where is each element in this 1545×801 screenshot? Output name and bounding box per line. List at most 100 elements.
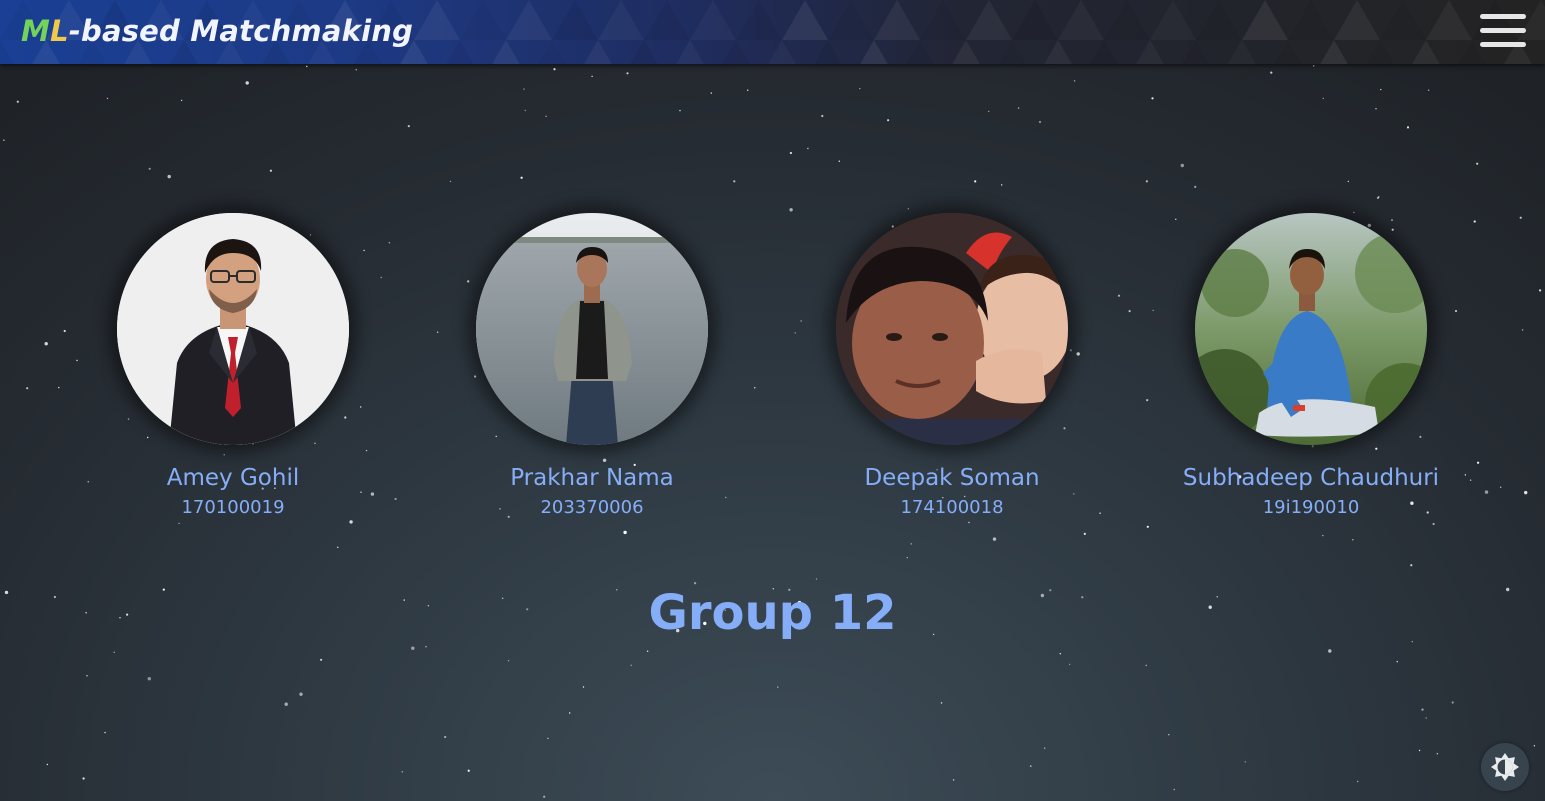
star <box>1044 747 1046 749</box>
star <box>1451 701 1454 704</box>
star <box>1406 126 1410 129</box>
star <box>1151 97 1154 100</box>
star <box>747 89 749 91</box>
star <box>1524 490 1528 495</box>
member-photo <box>476 213 708 445</box>
star <box>1357 780 1359 783</box>
star <box>269 169 272 172</box>
star <box>582 686 585 688</box>
top-navbar: ML-based Matchmaking <box>0 0 1545 64</box>
star <box>106 97 109 100</box>
star <box>355 69 357 71</box>
star <box>1073 80 1076 82</box>
star <box>710 92 712 94</box>
star <box>952 779 955 781</box>
member-card: Deepak Soman 174100018 <box>772 213 1132 519</box>
star <box>630 664 632 666</box>
star <box>1173 788 1175 791</box>
star <box>646 650 649 652</box>
star <box>1322 534 1324 537</box>
star <box>425 646 427 648</box>
star <box>1436 753 1439 755</box>
star <box>906 556 908 559</box>
star <box>992 537 997 541</box>
star <box>349 520 353 524</box>
star <box>1352 539 1354 541</box>
group-title: Group 12 <box>648 585 897 641</box>
star <box>337 546 339 548</box>
star <box>789 208 793 212</box>
star <box>547 737 549 740</box>
star <box>821 114 824 118</box>
brand-title[interactable]: ML-based Matchmaking <box>21 13 413 49</box>
star <box>569 712 571 714</box>
star <box>284 702 288 706</box>
star <box>1180 163 1185 168</box>
star <box>148 167 151 170</box>
star <box>1270 71 1273 74</box>
star <box>1421 708 1424 711</box>
star <box>1194 185 1197 188</box>
brightness-toggle-button[interactable] <box>1481 743 1529 791</box>
star <box>299 692 303 696</box>
star <box>1425 717 1427 719</box>
member-card: Subhadeep Chaudhuri 19i190010 <box>1131 213 1491 519</box>
star <box>1328 649 1332 653</box>
star <box>1083 532 1086 535</box>
member-card: Amey Gohil 170100019 <box>53 213 413 519</box>
star <box>910 543 912 545</box>
star <box>3 139 5 141</box>
star <box>1038 120 1042 124</box>
star <box>401 771 403 773</box>
star <box>1539 289 1542 292</box>
brand-rest-text: -based Matchmaking <box>68 14 414 48</box>
star <box>178 522 180 525</box>
star <box>1521 329 1524 331</box>
star <box>815 578 818 580</box>
star <box>147 677 151 681</box>
star <box>1533 745 1536 747</box>
star <box>245 81 249 85</box>
member-id: 203370006 <box>540 497 644 518</box>
star <box>1476 162 1479 165</box>
star <box>1375 108 1377 110</box>
star <box>1427 89 1430 91</box>
star <box>411 646 415 650</box>
star <box>26 387 29 390</box>
star <box>1380 88 1382 91</box>
star <box>1410 564 1413 567</box>
member-photo <box>1195 213 1427 445</box>
star <box>86 675 88 677</box>
star <box>523 88 525 90</box>
menu-bar <box>1480 28 1526 33</box>
star <box>44 342 48 346</box>
member-photo <box>117 213 349 445</box>
star <box>974 180 977 183</box>
star <box>1322 97 1325 100</box>
member-photo <box>836 213 1068 445</box>
star <box>887 119 890 122</box>
star <box>1313 65 1315 67</box>
star <box>1418 749 1421 752</box>
hamburger-menu-icon[interactable] <box>1480 14 1526 50</box>
star <box>320 658 323 661</box>
star <box>545 115 547 117</box>
member-name: Amey Gohil <box>166 465 300 491</box>
star <box>1017 107 1020 109</box>
star <box>1030 765 1032 767</box>
star <box>1068 663 1071 666</box>
star <box>1244 761 1247 763</box>
star <box>907 208 910 210</box>
star <box>838 160 840 162</box>
star <box>1519 216 1522 219</box>
star <box>444 735 447 739</box>
star <box>679 109 681 112</box>
star <box>507 660 510 662</box>
brand-letter-m: M <box>21 14 51 48</box>
member-name: Deepak Soman <box>864 465 1040 491</box>
star <box>104 731 106 734</box>
menu-bar <box>1480 42 1526 47</box>
member-id: 174100018 <box>900 497 1004 518</box>
star <box>777 686 779 688</box>
star <box>1145 664 1147 667</box>
